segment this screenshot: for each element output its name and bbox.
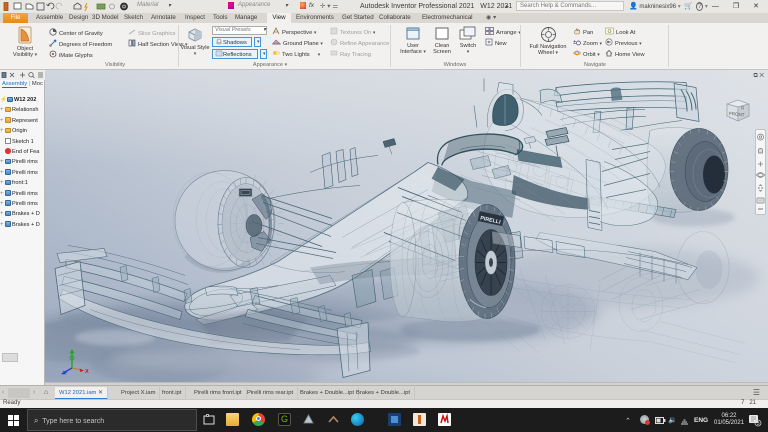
svg-text:3: 3 [757,421,760,427]
svg-text:X: X [85,369,89,375]
